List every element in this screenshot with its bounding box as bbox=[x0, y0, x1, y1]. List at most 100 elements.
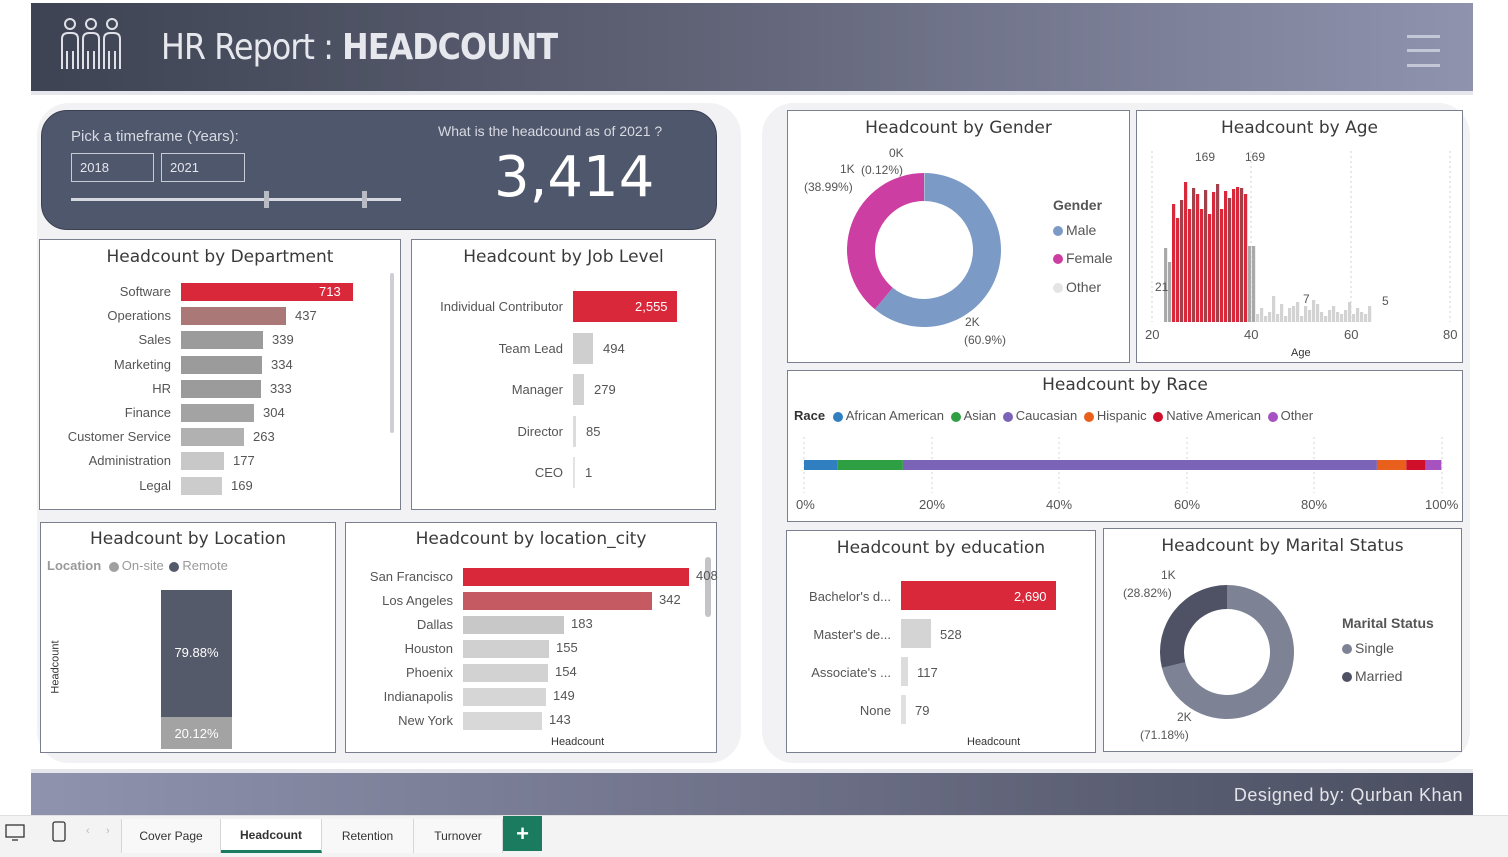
add-page-button[interactable]: + bbox=[503, 816, 542, 851]
tab-cover-page[interactable]: Cover Page bbox=[121, 819, 221, 853]
education-bar-value: 2,690 bbox=[1014, 589, 1047, 604]
job-level-bar-value: 2,555 bbox=[635, 299, 668, 314]
department-row-label: Administration bbox=[88, 453, 171, 469]
start-year-input[interactable]: 2018 bbox=[71, 153, 154, 182]
age-histogram-bar bbox=[1268, 312, 1272, 322]
page-title: HR Report : HEADCOUNT bbox=[161, 27, 558, 68]
age-histogram-bar bbox=[1284, 316, 1288, 322]
year-slider-end-handle[interactable] bbox=[362, 191, 367, 208]
age-histogram-bar bbox=[1224, 191, 1228, 322]
city-row-label: Phoenix bbox=[406, 665, 453, 680]
age-histogram-bar bbox=[1220, 209, 1224, 322]
department-bar bbox=[181, 428, 244, 447]
job-level-row-label: Individual Contributor bbox=[440, 299, 563, 314]
education-bar-value: 79 bbox=[915, 703, 930, 718]
department-title: Headcount by Department bbox=[106, 247, 334, 267]
education-row-label: None bbox=[859, 703, 891, 718]
tab-retention[interactable]: Retention bbox=[322, 819, 414, 853]
race-tick-20: 20% bbox=[919, 497, 946, 512]
gender-female-label: 1K bbox=[840, 162, 855, 176]
department-bar bbox=[181, 452, 224, 471]
city-bar-value: 143 bbox=[549, 712, 571, 727]
job-level-bar bbox=[573, 415, 576, 447]
department-bar-value: 334 bbox=[271, 356, 293, 372]
people-icon bbox=[61, 18, 121, 69]
age-histogram-bar bbox=[1264, 316, 1268, 322]
page-tab-bar: ‹ › Cover Page Headcount Retention Turno… bbox=[0, 815, 1508, 857]
gender-male-label: 2K bbox=[965, 315, 980, 329]
gender-title: Headcount by Gender bbox=[865, 118, 1052, 138]
job-level-bar bbox=[573, 332, 593, 364]
city-row-label: New York bbox=[398, 713, 453, 728]
female-dot-icon bbox=[1053, 254, 1063, 265]
married-dot-icon bbox=[1342, 672, 1352, 683]
other-dot-icon bbox=[1053, 283, 1063, 294]
race-caucasian-segment bbox=[902, 460, 1377, 470]
year-slider-start-handle[interactable] bbox=[264, 191, 269, 208]
age-histogram-bar bbox=[1168, 262, 1172, 322]
age-histogram-bar bbox=[1212, 192, 1216, 322]
onsite-pct-label: 20.12% bbox=[174, 726, 219, 741]
desktop-view-icon[interactable] bbox=[5, 824, 25, 842]
hamburger-menu-icon[interactable] bbox=[1407, 33, 1443, 69]
age-histogram-bar bbox=[1248, 246, 1252, 322]
designer-credit: Designed by: Qurban Khan bbox=[1233, 785, 1463, 805]
age-histogram-bar bbox=[1316, 304, 1320, 322]
age-histogram bbox=[1151, 151, 1451, 322]
marital-title: Headcount by Marital Status bbox=[1161, 536, 1404, 556]
age-histogram-bar bbox=[1280, 304, 1284, 322]
job-level-card: Headcount by Job Level Individual Contri… bbox=[411, 239, 716, 510]
age-histogram-bar bbox=[1356, 308, 1360, 322]
age-histogram-bar bbox=[1244, 194, 1248, 322]
department-bar-value: 169 bbox=[231, 477, 253, 493]
next-page-arrow-icon[interactable]: › bbox=[106, 825, 110, 837]
mobile-view-icon[interactable] bbox=[52, 821, 66, 843]
race-card: Headcount by Race Race African American … bbox=[787, 370, 1463, 522]
job-level-row-label: Director bbox=[517, 423, 563, 439]
marital-married-label: 1K bbox=[1161, 568, 1176, 582]
tab-headcount[interactable]: Headcount bbox=[221, 819, 322, 853]
age-histogram-bar bbox=[1344, 310, 1348, 322]
age-tail-label-1: 7 bbox=[1303, 292, 1310, 306]
education-row-label: Bachelor's d... bbox=[809, 589, 891, 604]
city-bar-value: 183 bbox=[571, 616, 593, 631]
city-row-label: Dallas bbox=[416, 617, 453, 632]
end-year-input[interactable]: 2021 bbox=[161, 153, 245, 182]
race-asian-segment bbox=[837, 460, 903, 470]
department-scrollbar[interactable] bbox=[390, 273, 394, 433]
city-scrollbar[interactable] bbox=[705, 557, 711, 617]
city-bar bbox=[463, 592, 652, 610]
tab-turnover[interactable]: Turnover bbox=[414, 819, 503, 853]
department-bar-value: 713 bbox=[319, 284, 341, 299]
job-level-bar-value: 494 bbox=[603, 340, 625, 356]
department-row-label: Software bbox=[119, 284, 171, 299]
remote-legend-dot bbox=[169, 561, 180, 572]
age-histogram-bar bbox=[1200, 209, 1204, 322]
year-slider-track[interactable] bbox=[71, 198, 401, 201]
age-tick-40: 40 bbox=[1244, 327, 1259, 342]
age-histogram-bar bbox=[1308, 310, 1312, 322]
job-level-bar bbox=[573, 457, 575, 488]
age-histogram-bar bbox=[1272, 296, 1276, 322]
education-bar-value: 117 bbox=[917, 665, 938, 680]
location-card: Headcount by Location Location On-site R… bbox=[40, 522, 336, 753]
prev-page-arrow-icon[interactable]: ‹ bbox=[86, 825, 90, 837]
race-native-american-segment bbox=[1406, 460, 1426, 470]
age-peak-label-1: 169 bbox=[1195, 150, 1216, 164]
job-level-bar-value: 1 bbox=[585, 465, 593, 480]
age-histogram-bar bbox=[1324, 316, 1328, 322]
marital-legend-title: Marital Status bbox=[1342, 615, 1434, 631]
city-bar bbox=[463, 640, 549, 658]
city-bar bbox=[463, 616, 564, 634]
age-histogram-bar bbox=[1172, 204, 1176, 322]
department-bar bbox=[181, 404, 254, 422]
age-low-label: 21 bbox=[1155, 280, 1169, 294]
gender-female-pct: (38.99%) bbox=[804, 180, 853, 194]
age-histogram-bar bbox=[1236, 187, 1240, 322]
age-histogram-bar bbox=[1188, 209, 1192, 322]
city-bar bbox=[463, 568, 689, 586]
marital-card: Headcount by Marital Status 1K (28.82%) … bbox=[1103, 528, 1462, 752]
department-bar bbox=[181, 307, 286, 326]
education-bar bbox=[901, 695, 906, 724]
age-tail-label-2: 5 bbox=[1382, 294, 1389, 308]
